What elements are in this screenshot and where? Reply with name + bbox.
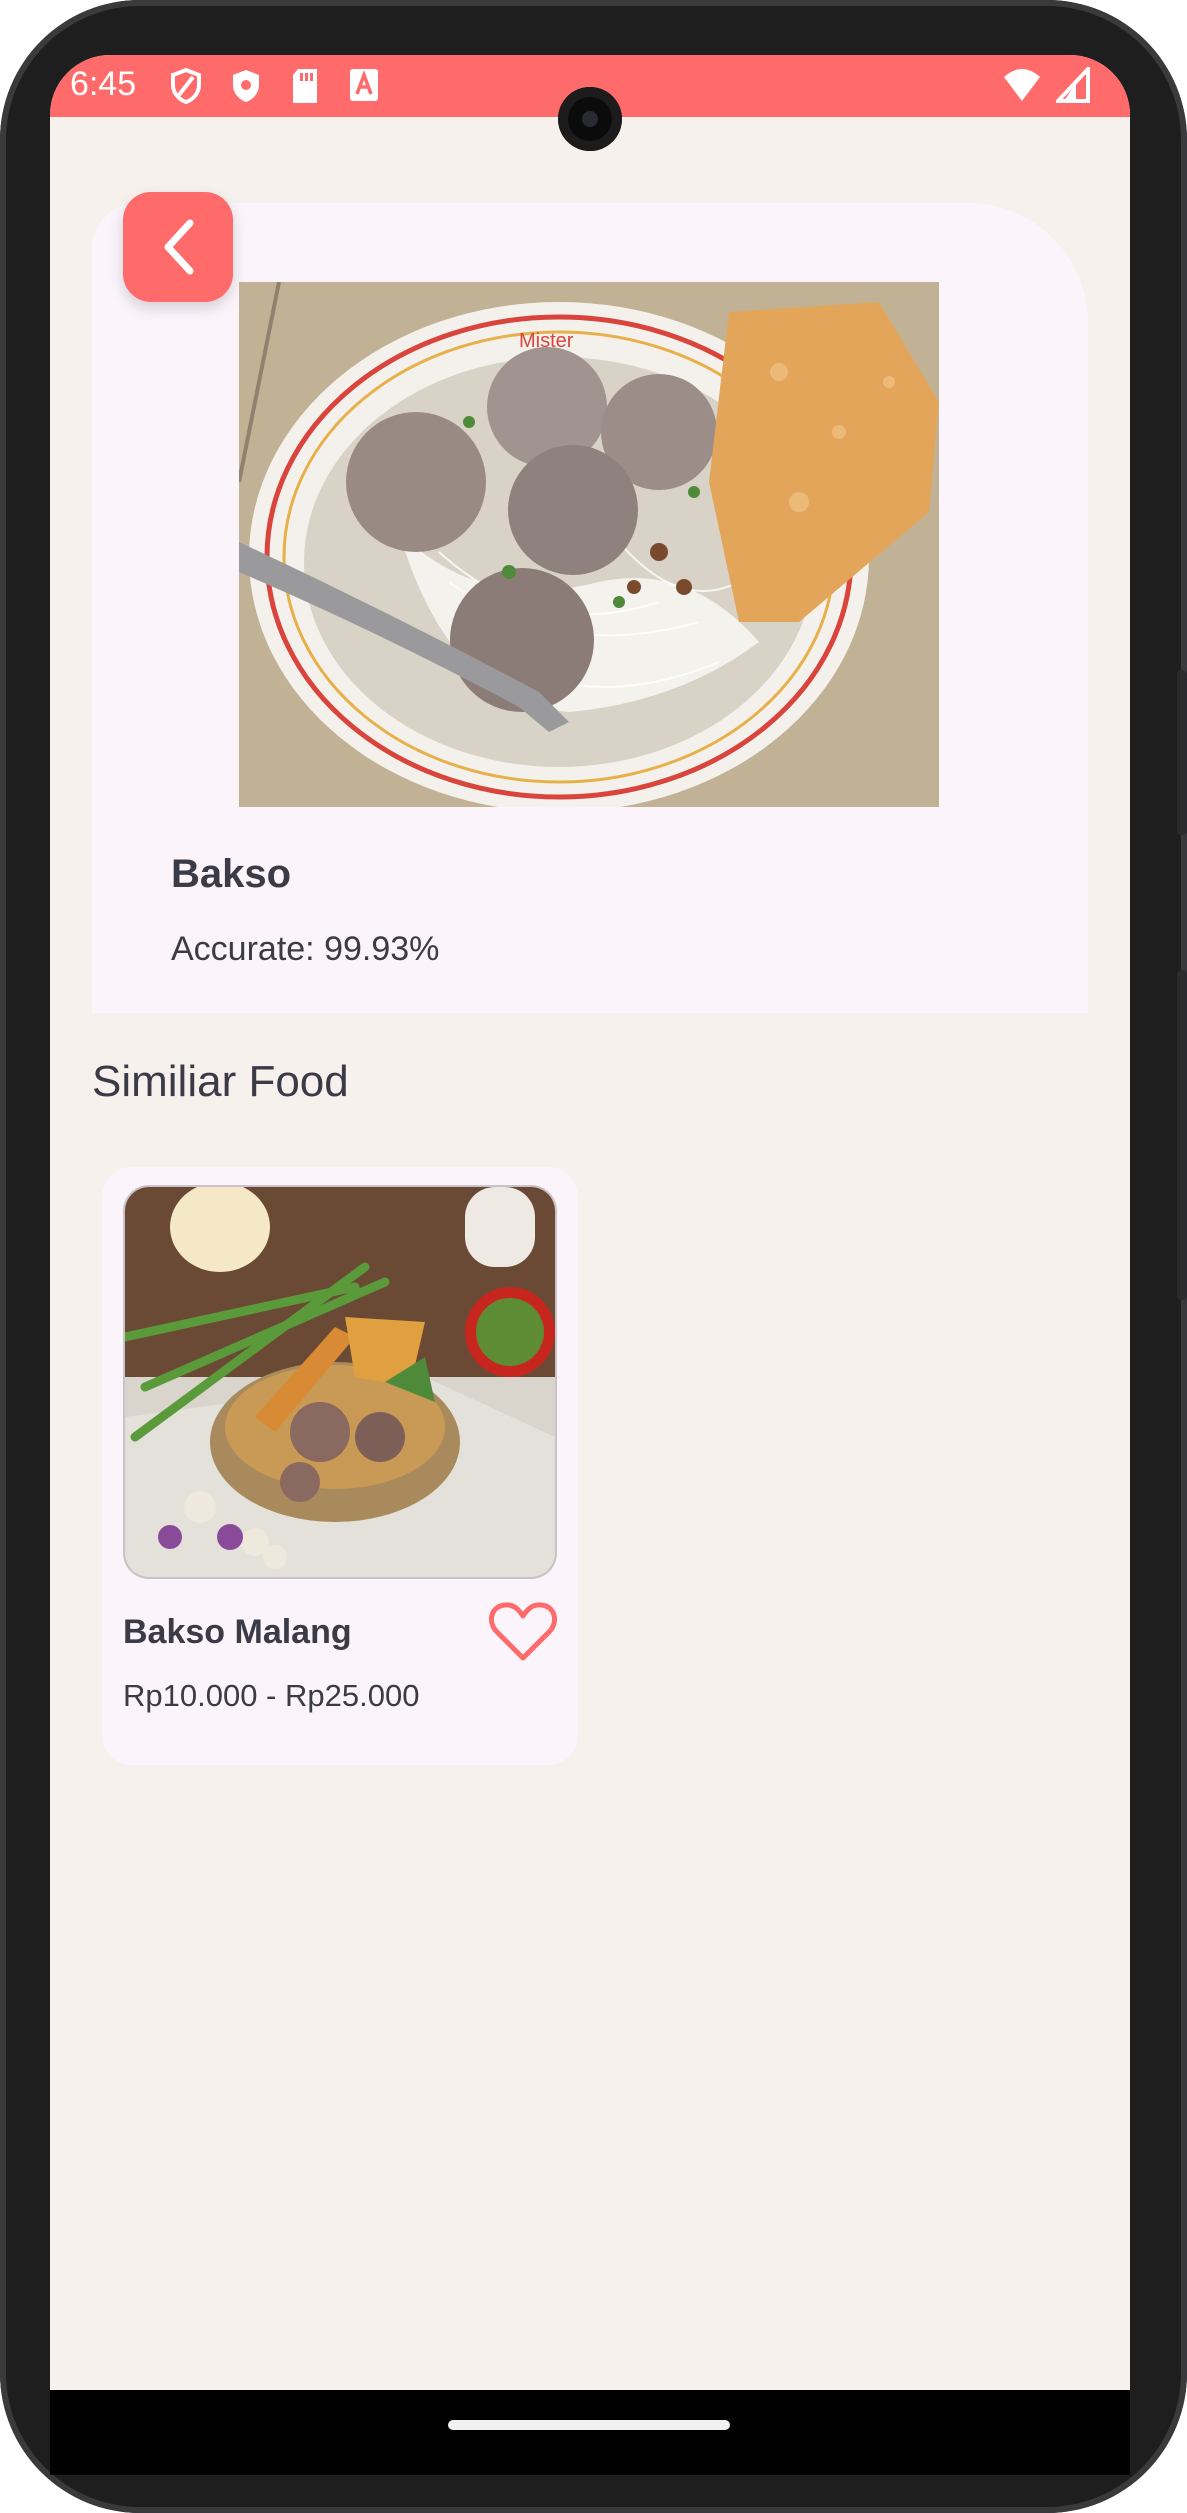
svg-text:Mister: Mister xyxy=(519,330,574,352)
heart-outline-icon[interactable] xyxy=(487,1600,559,1664)
volume-button xyxy=(1177,670,1187,835)
shield-filled-icon xyxy=(233,70,259,102)
result-food-name: Bakso xyxy=(171,852,292,896)
status-system-icons xyxy=(1002,67,1090,103)
phone-frame: 6:45 Mister Bakso Accurate: 99.93% Simil… xyxy=(0,0,1187,2513)
power-button xyxy=(1177,970,1187,1300)
result-accuracy: Accurate: 99.93% xyxy=(171,930,440,968)
home-gesture-handle[interactable] xyxy=(448,2420,730,2430)
scanned-food-image: Mister xyxy=(239,282,939,807)
signal-icon xyxy=(1056,67,1090,103)
gesture-nav-bar xyxy=(50,2390,1130,2475)
back-button[interactable] xyxy=(123,192,233,302)
wifi-icon xyxy=(1004,69,1040,101)
similar-food-name[interactable]: Bakso Malang xyxy=(123,1613,352,1652)
front-camera xyxy=(558,87,622,151)
similar-food-price: Rp10.000 - Rp25.000 xyxy=(123,1678,420,1713)
back-chevron-icon xyxy=(164,219,194,275)
text-a-icon xyxy=(350,69,378,101)
sd-card-icon xyxy=(293,69,317,103)
similar-food-image[interactable] xyxy=(125,1187,555,1577)
similar-food-title: Similiar Food xyxy=(92,1057,349,1106)
status-time: 6:45 xyxy=(70,65,137,103)
status-notification-icons xyxy=(170,67,380,105)
shield-icon xyxy=(171,67,201,105)
